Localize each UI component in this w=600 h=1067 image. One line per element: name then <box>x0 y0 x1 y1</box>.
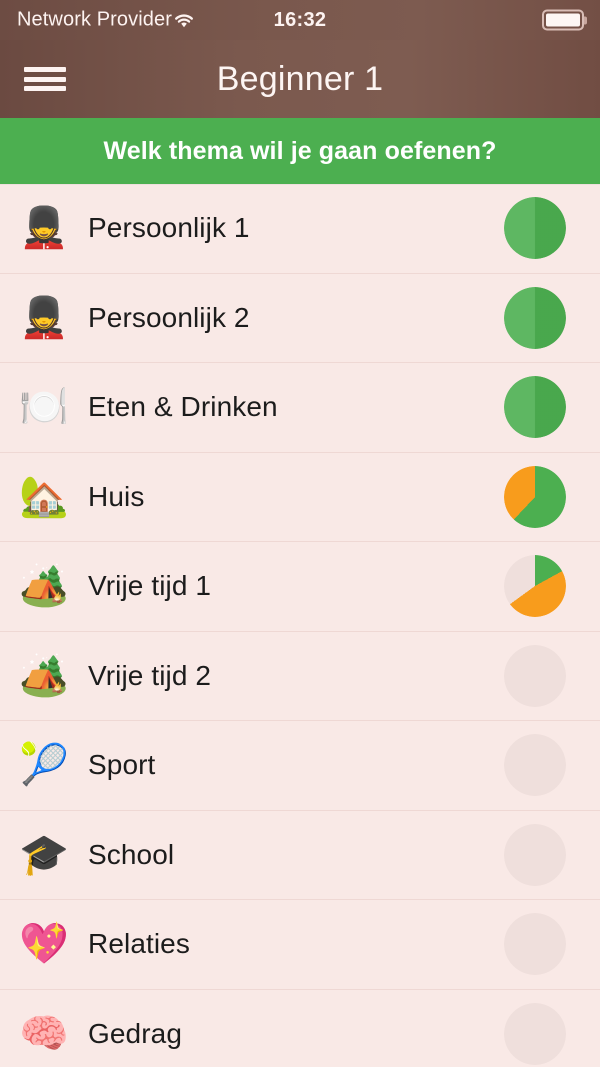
progress-pie <box>504 376 566 439</box>
theme-list-item[interactable]: 🏡 Huis <box>0 453 600 542</box>
theme-label: Sport <box>88 749 156 781</box>
theme-list-item[interactable]: 💂 Persoonlijk 1 <box>0 184 600 274</box>
progress-pie <box>504 465 566 528</box>
theme-label: Huis <box>88 480 145 512</box>
house-garden-emoji: 🏡 <box>19 473 69 520</box>
theme-list-item[interactable]: 🎾 Sport <box>0 721 600 811</box>
progress-pie <box>504 1002 566 1065</box>
status-clock: 16:32 <box>273 8 327 31</box>
camping-emoji: 🏕️ <box>19 652 69 699</box>
theme-list-item[interactable]: 🎓 School <box>0 811 600 900</box>
app-screen: Network Provider 16:32 Beginner 1 Welk t… <box>0 0 600 1067</box>
theme-label: Vrije tijd 1 <box>88 570 212 602</box>
progress-pie <box>504 197 566 260</box>
battery-fill <box>546 13 580 27</box>
theme-label: Vrije tijd 2 <box>88 659 212 691</box>
progress-pie <box>504 734 566 797</box>
progress-pie <box>504 286 566 349</box>
guard-emoji: 💂 <box>19 294 69 341</box>
tennis-ball-emoji: 🎾 <box>19 742 69 789</box>
theme-list-item[interactable]: 🧠 Gedrag <box>0 990 600 1067</box>
brain-emoji: 🧠 <box>19 1010 69 1057</box>
progress-pie <box>504 913 566 976</box>
progress-pie <box>504 555 566 618</box>
battery-icon <box>542 9 584 31</box>
theme-label: Eten & Drinken <box>88 391 278 423</box>
theme-label: Persoonlijk 1 <box>88 212 250 244</box>
guard-emoji: 💂 <box>19 205 69 252</box>
theme-list-item[interactable]: 🍽️ Eten & Drinken <box>0 363 600 453</box>
plate-cutlery-emoji: 🍽️ <box>19 384 69 431</box>
theme-label: Persoonlijk 2 <box>88 301 250 333</box>
theme-label: Relaties <box>88 928 190 960</box>
theme-list: 💂 Persoonlijk 1 💂 Persoonlijk 2 🍽️ Eten & Dri… <box>0 184 600 1067</box>
page-title: Beginner 1 <box>216 59 384 98</box>
theme-label: School <box>88 838 175 870</box>
nav-bar: Beginner 1 <box>0 40 600 118</box>
prompt-banner: Welk thema wil je gaan oefenen? <box>0 118 600 184</box>
sparkling-heart-emoji: 💖 <box>19 921 69 968</box>
prompt-text: Welk thema wil je gaan oefenen? <box>103 136 497 165</box>
progress-pie <box>504 644 566 707</box>
graduation-cap-emoji: 🎓 <box>19 831 69 878</box>
camping-emoji: 🏕️ <box>19 563 69 610</box>
progress-pie <box>504 823 566 886</box>
status-bar: Network Provider 16:32 <box>0 0 600 40</box>
theme-list-item[interactable]: 🏕️ Vrije tijd 1 <box>0 542 600 632</box>
theme-list-item[interactable]: 💂 Persoonlijk 2 <box>0 274 600 363</box>
theme-list-item[interactable]: 💖 Relaties <box>0 900 600 990</box>
theme-label: Gedrag <box>88 1017 182 1049</box>
theme-list-item[interactable]: 🏕️ Vrije tijd 2 <box>0 632 600 721</box>
